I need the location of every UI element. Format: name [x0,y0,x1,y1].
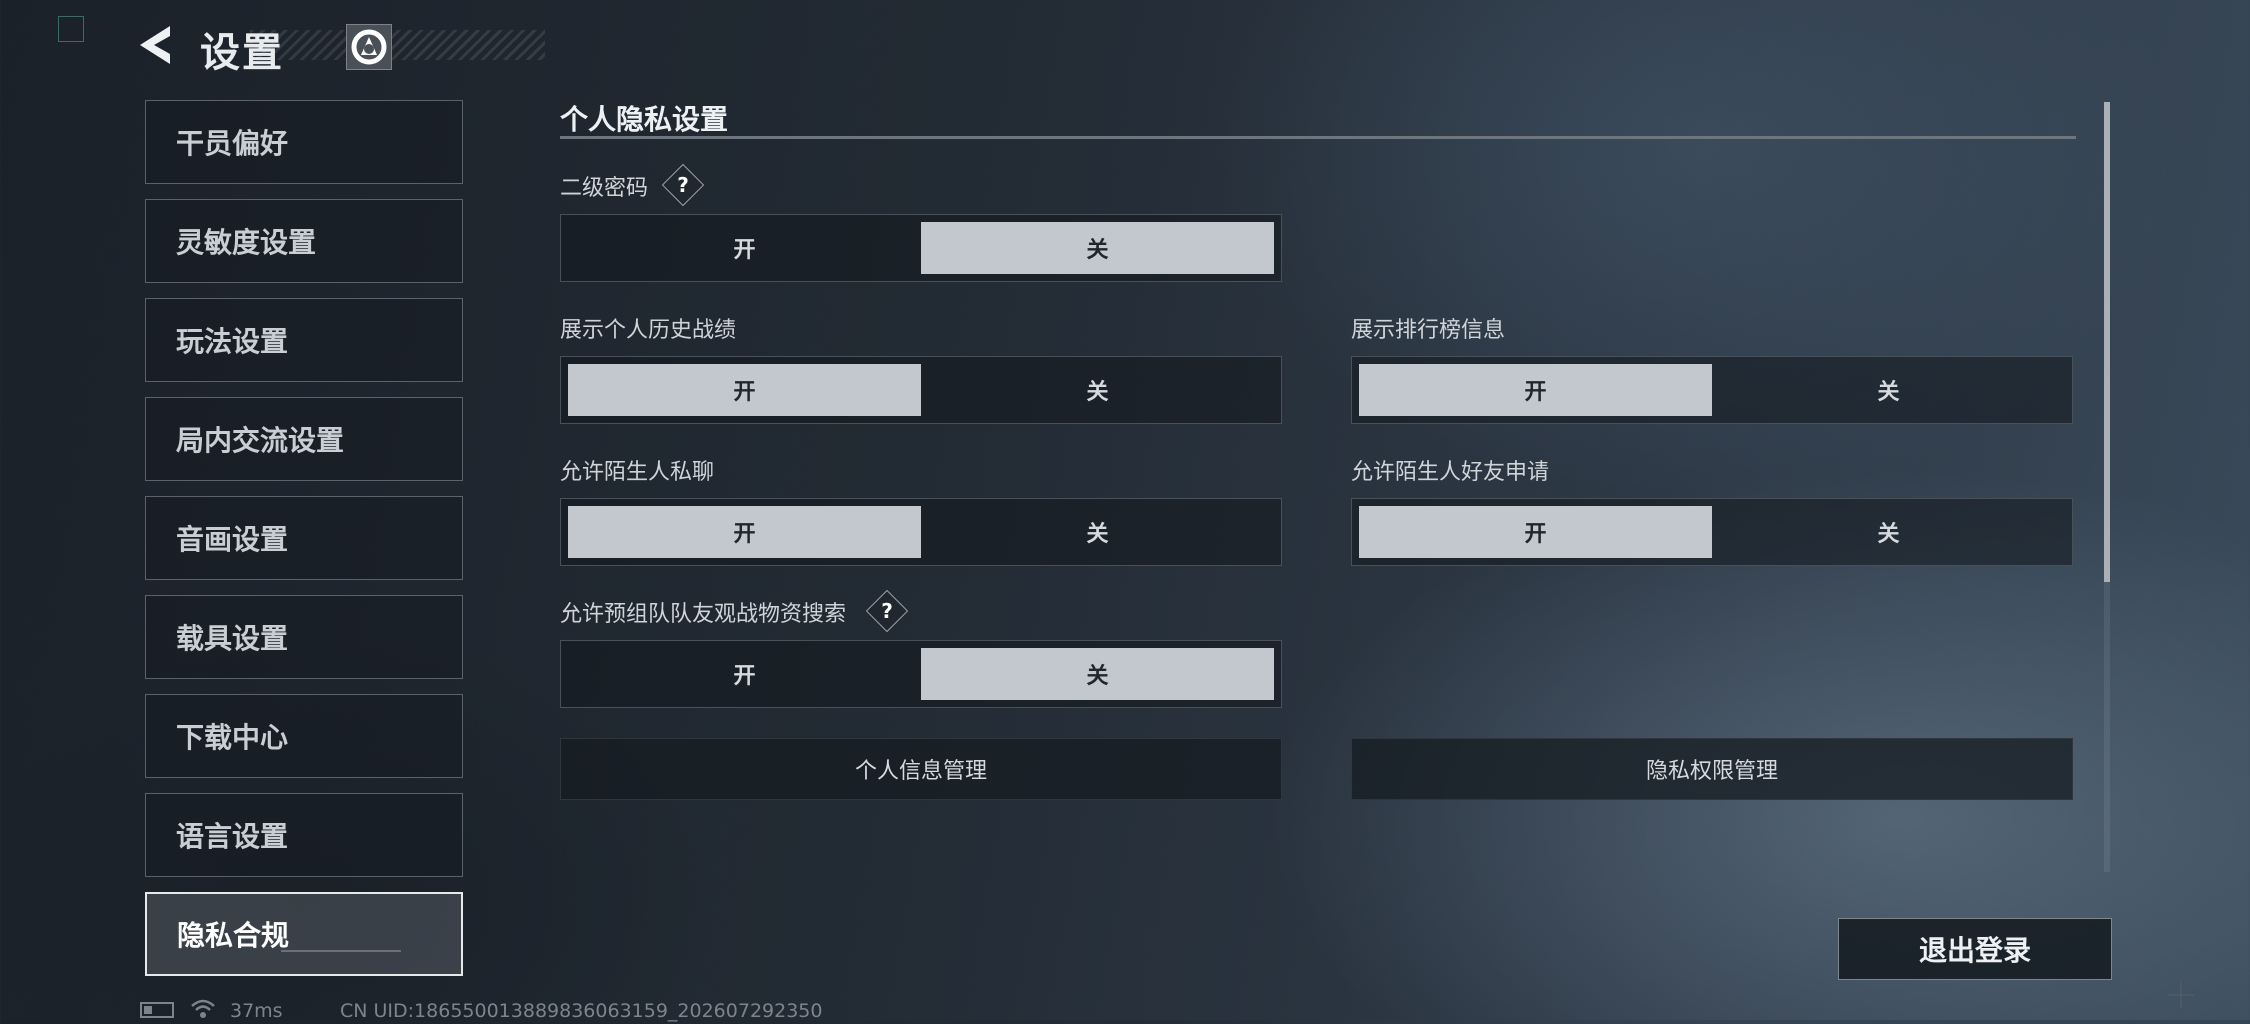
toggle-off-option[interactable]: 关 [1712,364,2065,416]
sidebar-item-operator-preference[interactable]: 干员偏好 [145,100,463,184]
scrollbar-thumb[interactable] [2104,102,2110,582]
help-icon[interactable]: ? [865,589,909,633]
sidebar-item-gameplay[interactable]: 玩法设置 [145,298,463,382]
section-title: 个人隐私设置 [560,103,729,136]
sidebar-item-label: 玩法设置 [176,325,289,358]
ping-readout: 37ms [230,1000,283,1022]
setting-label-stranger-friend-request: 允许陌生人好友申请 [1351,460,1550,485]
toggle-on-option[interactable]: 开 [568,222,921,274]
sidebar-item-language[interactable]: 语言设置 [145,793,463,877]
setting-label-secondary-password: 二级密码 [560,176,649,201]
setting-label-squad-spectate-search: 允许预组队队友观战物资搜索 [560,602,847,627]
wifi-icon [190,998,216,1020]
toggle-off-option[interactable]: 关 [921,648,1274,700]
toggle-on-option[interactable]: 开 [568,648,921,700]
sidebar-item-audio-video[interactable]: 音画设置 [145,496,463,580]
sidebar-item-sensitivity[interactable]: 灵敏度设置 [145,199,463,283]
battery-icon [140,1002,174,1018]
toggle-off-option[interactable]: 关 [921,506,1274,558]
personal-info-management-button[interactable]: 个人信息管理 [560,738,1282,800]
sidebar-item-communication[interactable]: 局内交流设置 [145,397,463,481]
section-divider [560,136,2076,139]
toggle-stranger-chat: 开 关 [560,498,1282,566]
toggle-on-option[interactable]: 开 [1359,364,1712,416]
cut-off-section-heading [560,866,760,880]
sidebar-item-label: 音画设置 [176,523,289,556]
logout-button[interactable]: 退出登录 [1838,918,2112,980]
setting-label-stranger-chat: 允许陌生人私聊 [560,460,715,485]
sidebar-item-label: 灵敏度设置 [176,226,317,259]
toggle-show-leaderboard: 开 关 [1351,356,2073,424]
title-decoration [250,30,545,60]
toggle-squad-spectate-search: 开 关 [560,640,1282,708]
sidebar-item-label: 干员偏好 [176,127,289,160]
sidebar-item-label: 隐私合规 [177,919,290,952]
setting-label-show-leaderboard: 展示排行榜信息 [1351,318,1506,343]
sidebar-item-label: 载具设置 [176,622,289,655]
game-logo-icon [346,24,392,70]
corner-plus-icon [2166,980,2196,1010]
help-icon[interactable]: ? [661,163,705,207]
toggle-on-option[interactable]: 开 [1359,506,1712,558]
toggle-on-option[interactable]: 开 [568,364,921,416]
back-button[interactable] [136,22,184,68]
toggle-off-option[interactable]: 关 [1712,506,2065,558]
toggle-stranger-friend-request: 开 关 [1351,498,2073,566]
sidebar-item-label: 语言设置 [176,820,289,853]
privacy-permission-management-button[interactable]: 隐私权限管理 [1351,738,2073,800]
sidebar-item-vehicle[interactable]: 载具设置 [145,595,463,679]
active-indicator [281,950,401,952]
toggle-off-option[interactable]: 关 [921,364,1274,416]
toggle-secondary-password: 开 关 [560,214,1282,282]
toggle-off-option[interactable]: 关 [921,222,1274,274]
sidebar-item-privacy[interactable]: 隐私合规 [145,892,463,976]
corner-marker [58,16,84,42]
toggle-on-option[interactable]: 开 [568,506,921,558]
back-arrow-icon [140,26,170,64]
user-uid: CN UID:186550013889836063159_20260729235… [340,1000,823,1022]
sidebar-item-label: 局内交流设置 [176,424,345,457]
toggle-show-history: 开 关 [560,356,1282,424]
sidebar-item-download-center[interactable]: 下载中心 [145,694,463,778]
page-title: 设置 [200,30,284,76]
setting-label-show-history: 展示个人历史战绩 [560,318,737,343]
sidebar-item-label: 下载中心 [176,721,289,754]
